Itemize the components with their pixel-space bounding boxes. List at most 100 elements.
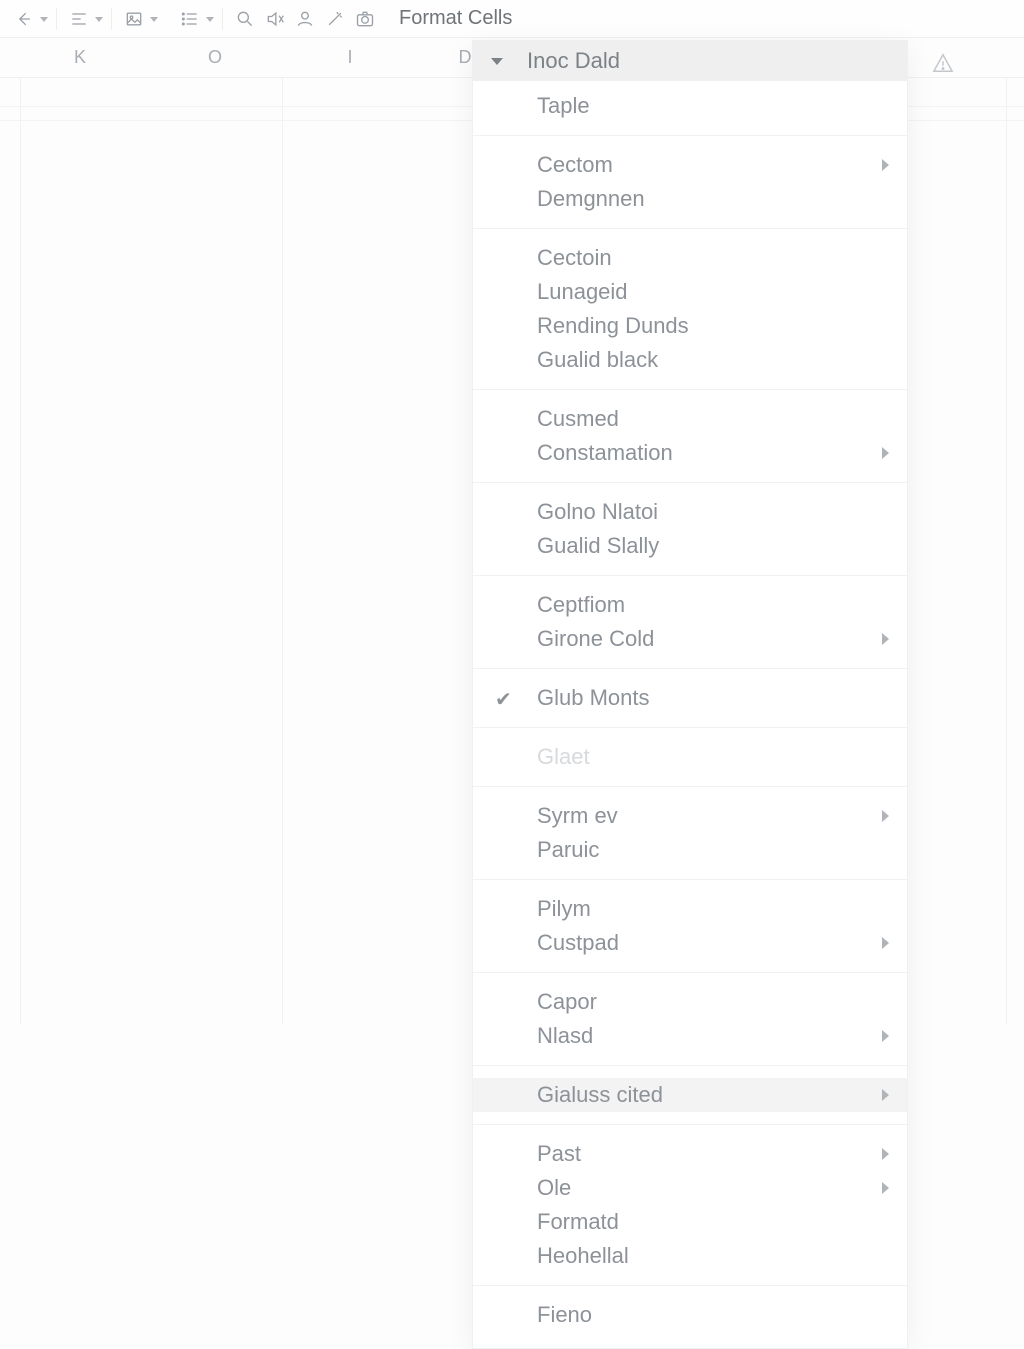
menu-item[interactable]: Syrm ev <box>473 799 907 833</box>
column-header[interactable]: K <box>20 47 140 68</box>
menu-item[interactable]: Fieno <box>473 1298 907 1332</box>
image-group[interactable] <box>120 5 158 33</box>
menu-item-label: Gualid Slally <box>537 533 659 559</box>
image-icon <box>120 5 148 33</box>
dropdown-header[interactable]: Inoc Dald <box>473 41 907 81</box>
chevron-right-icon <box>882 447 889 459</box>
chevron-right-icon <box>882 633 889 645</box>
menu-item[interactable]: Gualid Slally <box>473 529 907 563</box>
menu-item[interactable]: Ole <box>473 1171 907 1205</box>
magic-icon[interactable] <box>321 5 349 33</box>
menu-divider <box>473 786 907 787</box>
menu-divider <box>473 727 907 728</box>
menu-item-label: Cectoin <box>537 245 612 271</box>
menu-item[interactable]: Constamation <box>473 436 907 470</box>
menu-item[interactable]: Golno Nlatoi <box>473 495 907 529</box>
chevron-down-icon <box>206 17 214 22</box>
menu-item-label: Cusmed <box>537 406 619 432</box>
menu-item-label: Gialuss cited <box>537 1082 663 1108</box>
menu-item[interactable]: Gualid black <box>473 343 907 377</box>
menu-divider <box>473 389 907 390</box>
chevron-right-icon <box>882 1030 889 1042</box>
menu-item[interactable]: ✔ Glub Monts <box>473 681 907 715</box>
menu-item-label: Glaet <box>537 744 590 770</box>
menu-divider <box>473 1065 907 1066</box>
menu-item-label: Rending Dunds <box>537 313 689 339</box>
menu-item-label: Golno Nlatoi <box>537 499 658 525</box>
search-icon[interactable] <box>231 5 259 33</box>
chevron-right-icon <box>882 1148 889 1160</box>
menu-item[interactable]: Rending Dunds <box>473 309 907 343</box>
chevron-right-icon <box>882 810 889 822</box>
list-group[interactable] <box>176 5 214 33</box>
menu-item-label: Fieno <box>537 1302 592 1328</box>
menu-item[interactable]: Past <box>473 1137 907 1171</box>
menu-item-label: Lunageid <box>537 279 628 305</box>
list-icon <box>176 5 204 33</box>
menu-item[interactable]: Cectom <box>473 148 907 182</box>
menu-item[interactable]: Heohellal <box>473 1239 907 1273</box>
menu-item[interactable]: Paruic <box>473 833 907 867</box>
menu-item[interactable]: Lunageid <box>473 275 907 309</box>
menu-item-label: Constamation <box>537 440 673 466</box>
warning-icon <box>932 52 954 79</box>
menu-item-label: Glub Monts <box>537 685 650 711</box>
menu-item[interactable]: Gialuss cited <box>473 1078 907 1112</box>
menu-divider <box>473 482 907 483</box>
check-icon: ✔ <box>495 687 512 712</box>
menu-item[interactable]: Formatd <box>473 1205 907 1239</box>
mute-icon[interactable] <box>261 5 289 33</box>
chevron-right-icon <box>882 1089 889 1101</box>
menu-item-label: Syrm ev <box>537 803 618 829</box>
chevron-down-icon <box>491 58 503 65</box>
separator <box>111 8 112 30</box>
chevron-right-icon <box>882 937 889 949</box>
column-header[interactable]: I <box>290 47 410 68</box>
menu-item[interactable]: Cectoin <box>473 241 907 275</box>
menu-item-label: Ceptfiom <box>537 592 625 618</box>
column-header[interactable]: O <box>140 47 290 68</box>
menu-item-label: Taple <box>537 93 590 119</box>
menu-item[interactable]: Capor <box>473 985 907 1019</box>
menu-item-label: Demgnnen <box>537 186 645 212</box>
menu-item[interactable]: Cusmed <box>473 402 907 436</box>
align-lines-icon <box>65 5 93 33</box>
menu-item-label: Heohellal <box>537 1243 629 1269</box>
menu-item[interactable]: Taple <box>473 89 907 123</box>
chevron-down-icon <box>150 17 158 22</box>
menu-title: Format Cells <box>399 7 512 30</box>
separator <box>56 8 57 30</box>
format-dropdown: Inoc Dald Taple Cectom Demgnnen Cectoin Luna… <box>472 40 908 1349</box>
menu-item: Glaet <box>473 740 907 774</box>
menu-divider <box>473 972 907 973</box>
menu-item[interactable]: Nlasd <box>473 1019 907 1053</box>
separator <box>222 8 223 30</box>
menu-divider <box>473 575 907 576</box>
user-icon[interactable] <box>291 5 319 33</box>
chevron-right-icon <box>882 1182 889 1194</box>
back-arrow-icon <box>10 5 38 33</box>
menu-item[interactable]: Girone Cold <box>473 622 907 656</box>
menu-item-label: Nlasd <box>537 1023 593 1049</box>
menu-item-label: Ole <box>537 1175 571 1201</box>
menu-item-label: Gualid black <box>537 347 658 373</box>
menu-item-label: Past <box>537 1141 581 1167</box>
menu-item[interactable]: Demgnnen <box>473 182 907 216</box>
menu-item[interactable]: Custpad <box>473 926 907 960</box>
camera-icon[interactable] <box>351 5 379 33</box>
dropdown-header-label: Inoc Dald <box>527 48 620 74</box>
menu-item-label: Paruic <box>537 837 599 863</box>
back-group[interactable] <box>10 5 48 33</box>
menu-item-label: Girone Cold <box>537 626 654 652</box>
align-group[interactable] <box>65 5 103 33</box>
menu-divider <box>473 668 907 669</box>
chevron-down-icon <box>40 17 48 22</box>
menu-item-label: Formatd <box>537 1209 619 1235</box>
menu-item-label: Custpad <box>537 930 619 956</box>
menu-divider <box>473 1124 907 1125</box>
chevron-down-icon <box>95 17 103 22</box>
menu-item[interactable]: Ceptfiom <box>473 588 907 622</box>
menu-divider <box>473 135 907 136</box>
menu-item-label: Pilym <box>537 896 591 922</box>
menu-item[interactable]: Pilym <box>473 892 907 926</box>
